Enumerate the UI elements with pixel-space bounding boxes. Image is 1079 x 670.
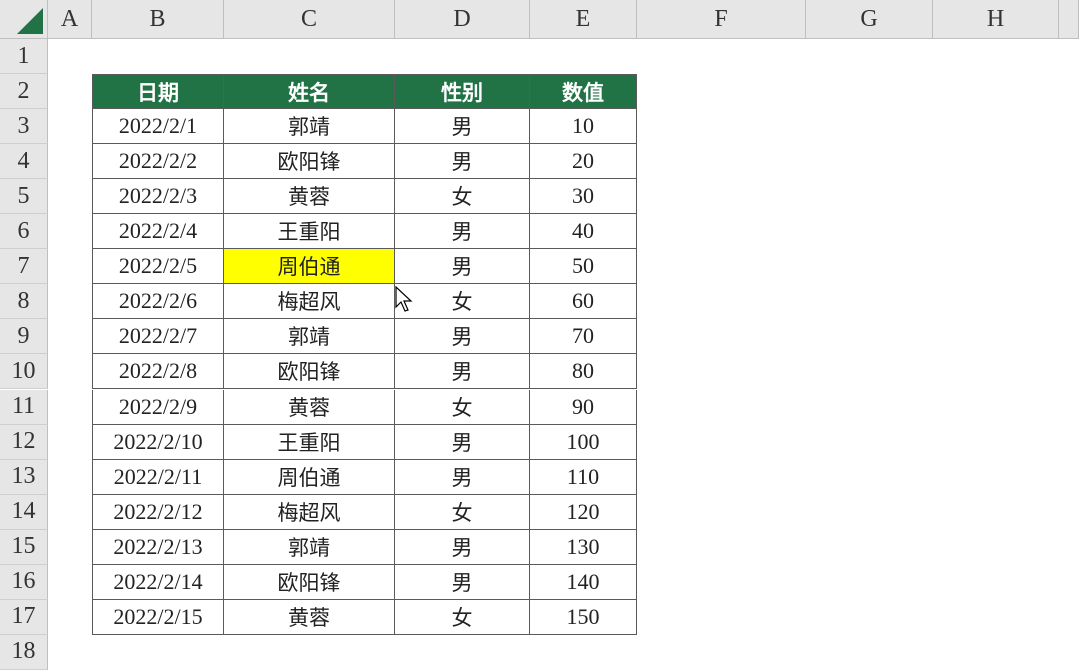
table-header-cell[interactable]: 数值 <box>530 74 637 110</box>
table-cell[interactable]: 2022/2/12 <box>92 494 224 530</box>
table-cell[interactable]: 2022/2/7 <box>92 319 224 355</box>
select-all-corner[interactable] <box>0 0 48 39</box>
table-cell[interactable]: 梅超风 <box>224 284 395 320</box>
table-cell[interactable]: 男 <box>395 319 530 355</box>
table-cell[interactable]: 郭靖 <box>224 109 395 145</box>
table-cell[interactable]: 男 <box>395 214 530 250</box>
table-cell[interactable]: 2022/2/14 <box>92 564 224 600</box>
table-cell[interactable]: 黄蓉 <box>224 179 395 215</box>
row-header-8[interactable]: 8 <box>0 284 48 320</box>
row-header-5[interactable]: 5 <box>0 179 48 215</box>
table-cell[interactable]: 60 <box>530 284 637 320</box>
column-header-E[interactable]: E <box>530 0 637 39</box>
table-cell[interactable]: 男 <box>395 144 530 180</box>
row-header-9[interactable]: 9 <box>0 319 48 355</box>
table-cell[interactable]: 2022/2/1 <box>92 109 224 145</box>
column-header-G[interactable]: G <box>806 0 933 39</box>
table-cell[interactable]: 男 <box>395 529 530 565</box>
table-cell[interactable]: 女 <box>395 284 530 320</box>
row-header-16[interactable]: 16 <box>0 564 48 600</box>
table-cell[interactable]: 2022/2/10 <box>92 424 224 460</box>
table-cell[interactable]: 王重阳 <box>224 424 395 460</box>
table-cell[interactable]: 男 <box>395 354 530 390</box>
row-header-11[interactable]: 11 <box>0 389 48 425</box>
table-cell[interactable]: 70 <box>530 319 637 355</box>
table-cell[interactable]: 2022/2/11 <box>92 459 224 495</box>
table-cell[interactable]: 女 <box>395 494 530 530</box>
column-header-overflow[interactable] <box>1059 0 1079 39</box>
table-header-cell[interactable]: 日期 <box>92 74 224 110</box>
table-cell[interactable]: 男 <box>395 564 530 600</box>
row-header-3[interactable]: 3 <box>0 109 48 145</box>
table-cell[interactable]: 黄蓉 <box>224 599 395 635</box>
table-cell[interactable]: 90 <box>530 389 637 425</box>
table-cell[interactable]: 男 <box>395 424 530 460</box>
table-cell[interactable]: 110 <box>530 459 637 495</box>
row-header-10[interactable]: 10 <box>0 354 48 390</box>
table-cell[interactable]: 100 <box>530 424 637 460</box>
table-cell[interactable]: 女 <box>395 389 530 425</box>
table-cell[interactable]: 郭靖 <box>224 319 395 355</box>
table-cell[interactable]: 120 <box>530 494 637 530</box>
table-cell[interactable]: 男 <box>395 109 530 145</box>
column-header-C[interactable]: C <box>224 0 395 39</box>
table-cell[interactable]: 30 <box>530 179 637 215</box>
row-header-14[interactable]: 14 <box>0 494 48 530</box>
table-cell[interactable]: 2022/2/9 <box>92 389 224 425</box>
row-header-15[interactable]: 15 <box>0 529 48 565</box>
row-header-4[interactable]: 4 <box>0 144 48 180</box>
table-cell[interactable]: 2022/2/4 <box>92 214 224 250</box>
table-cell[interactable]: 2022/2/13 <box>92 529 224 565</box>
table-cell[interactable]: 男 <box>395 459 530 495</box>
table-cell[interactable]: 2022/2/8 <box>92 354 224 390</box>
table-header-cell[interactable]: 姓名 <box>224 74 395 110</box>
table-cell[interactable]: 王重阳 <box>224 214 395 250</box>
mouse-pointer-icon <box>395 286 413 312</box>
column-header-H[interactable]: H <box>933 0 1059 39</box>
select-all-triangle-icon <box>17 8 43 34</box>
row-header-18[interactable]: 18 <box>0 634 48 670</box>
row-header-13[interactable]: 13 <box>0 459 48 495</box>
table-cell[interactable]: 2022/2/3 <box>92 179 224 215</box>
table-cell[interactable]: 2022/2/5 <box>92 249 224 285</box>
column-header-A[interactable]: A <box>48 0 92 39</box>
table-header-cell[interactable]: 性别 <box>395 74 530 110</box>
row-header-17[interactable]: 17 <box>0 599 48 635</box>
row-header-2[interactable]: 2 <box>0 74 48 110</box>
table-cell[interactable]: 150 <box>530 599 637 635</box>
table-cell[interactable]: 女 <box>395 599 530 635</box>
table-cell[interactable]: 80 <box>530 354 637 390</box>
table-cell[interactable]: 140 <box>530 564 637 600</box>
row-header-6[interactable]: 6 <box>0 214 48 250</box>
table-cell[interactable]: 10 <box>530 109 637 145</box>
table-cell[interactable]: 欧阳锋 <box>224 144 395 180</box>
table-cell[interactable]: 130 <box>530 529 637 565</box>
table-cell[interactable]: 2022/2/15 <box>92 599 224 635</box>
row-header-1[interactable]: 1 <box>0 39 48 75</box>
table-cell[interactable]: 40 <box>530 214 637 250</box>
row-header-7[interactable]: 7 <box>0 249 48 285</box>
column-header-B[interactable]: B <box>92 0 224 39</box>
table-cell[interactable]: 20 <box>530 144 637 180</box>
table-cell[interactable]: 黄蓉 <box>224 389 395 425</box>
table-cell[interactable]: 2022/2/6 <box>92 284 224 320</box>
table-cell[interactable]: 欧阳锋 <box>224 354 395 390</box>
table-cell[interactable]: 梅超风 <box>224 494 395 530</box>
row-header-12[interactable]: 12 <box>0 424 48 460</box>
table-cell[interactable]: 周伯通 <box>224 459 395 495</box>
table-cell[interactable]: 女 <box>395 179 530 215</box>
table-cell[interactable]: 欧阳锋 <box>224 564 395 600</box>
table-cell[interactable]: 男 <box>395 249 530 285</box>
column-header-D[interactable]: D <box>395 0 530 39</box>
table-cell[interactable]: 2022/2/2 <box>92 144 224 180</box>
table-cell[interactable]: 50 <box>530 249 637 285</box>
table-cell[interactable]: 周伯通 <box>224 249 395 285</box>
column-header-F[interactable]: F <box>637 0 806 39</box>
table-cell[interactable]: 郭靖 <box>224 529 395 565</box>
